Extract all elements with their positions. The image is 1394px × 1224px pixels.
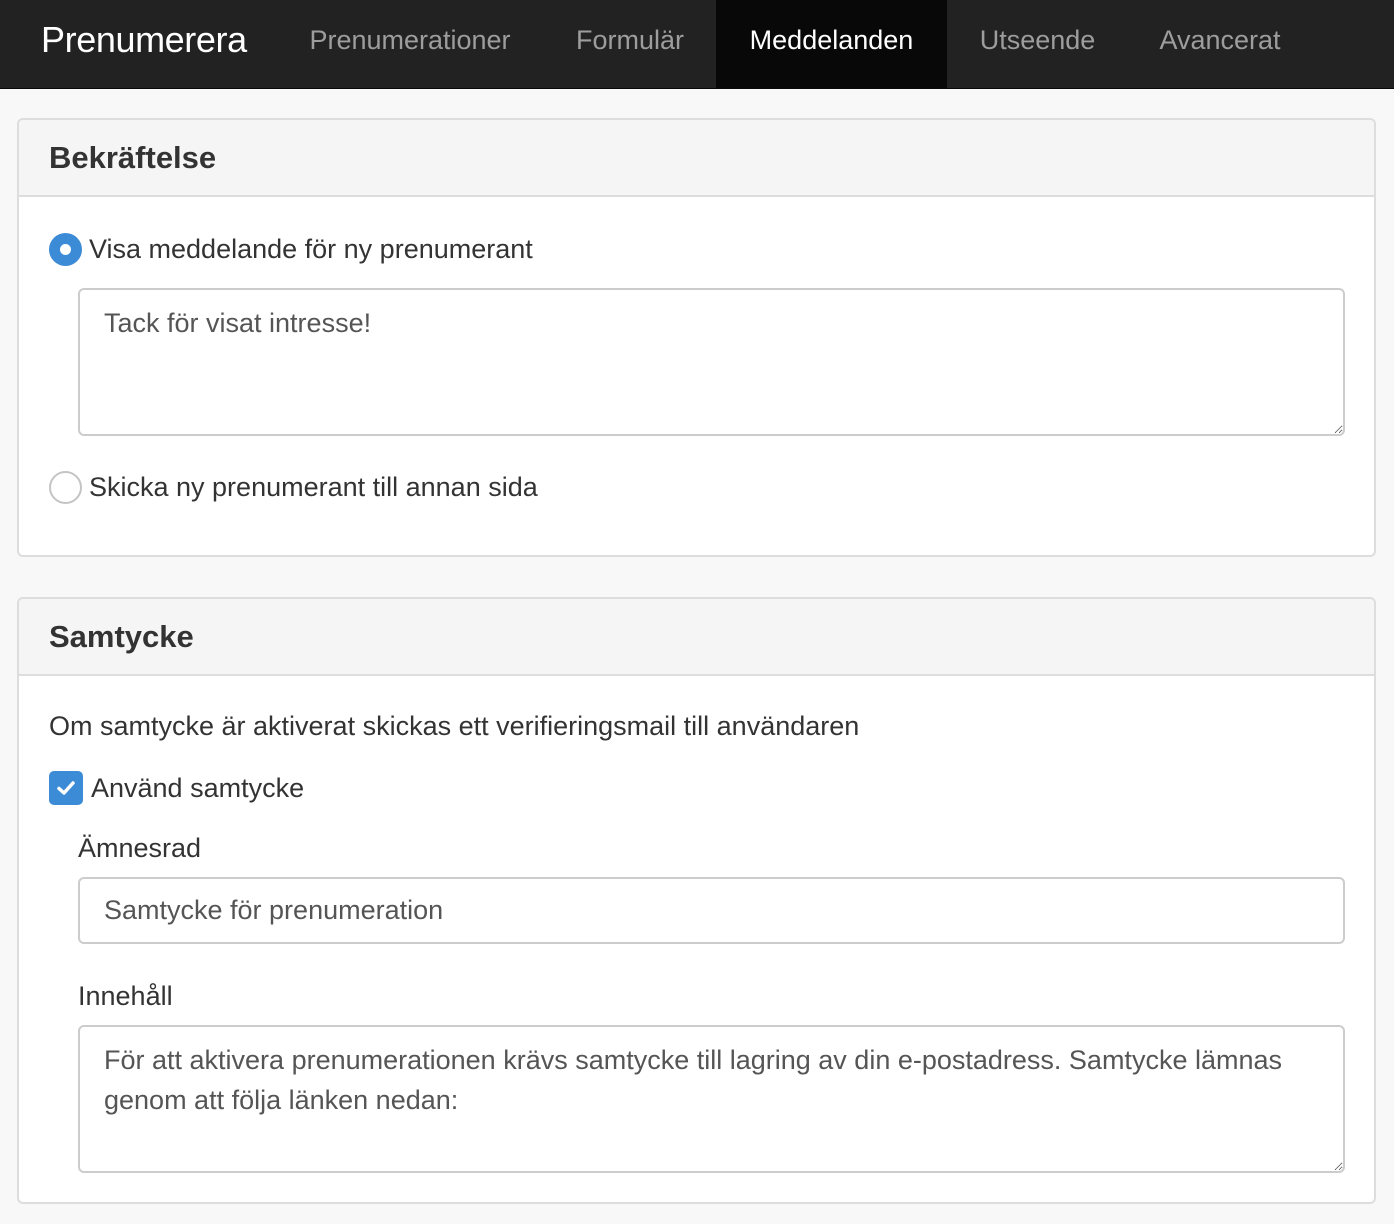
tab-formular[interactable]: Formulär [544,0,716,88]
content-textarea[interactable]: För att aktivera prenumerationen krävs s… [78,1025,1345,1173]
top-navbar: Prenumerera Prenumerationer Formulär Med… [0,0,1394,89]
checkmark-icon [57,781,75,795]
consent-panel: Samtycke Om samtycke är aktiverat skicka… [17,597,1376,1204]
tab-meddelanden[interactable]: Meddelanden [716,0,947,88]
brand-title[interactable]: Prenumerera [41,19,247,61]
consent-help-text: Om samtycke är aktiverat skickas ett ver… [49,711,860,741]
tab-prenumerationer[interactable]: Prenumerationer [276,0,544,88]
use-consent-checkbox[interactable] [49,771,83,805]
redirect-page-radio[interactable] [49,471,82,504]
tab-utseende[interactable]: Utseende [947,0,1128,88]
subject-label: Ämnesrad [78,833,202,863]
use-consent-label[interactable]: Använd samtycke [91,772,304,804]
confirmation-panel-heading: Bekräftelse [19,120,1374,197]
content-label: Innehåll [78,981,173,1011]
confirmation-panel: Bekräftelse Visa meddelande för ny prenu… [17,118,1376,557]
confirmation-title: Bekräftelse [49,140,217,175]
confirmation-message-textarea[interactable]: Tack för visat intresse! [78,288,1345,436]
consent-title: Samtycke [49,619,194,654]
show-message-label[interactable]: Visa meddelande för ny prenumerant [89,233,533,265]
show-message-radio[interactable] [49,233,82,266]
consent-panel-heading: Samtycke [19,599,1374,676]
redirect-page-label[interactable]: Skicka ny prenumerant till annan sida [89,471,538,503]
tab-avancerat[interactable]: Avancerat [1128,0,1312,88]
subject-input[interactable] [78,877,1345,944]
